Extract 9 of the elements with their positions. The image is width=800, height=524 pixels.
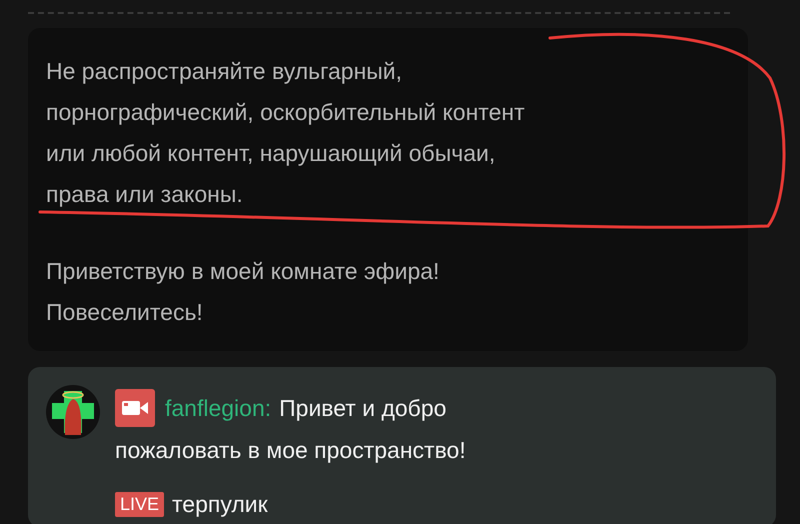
notice-text: Приветствую в моей комнате эфира! Повеселитесь! xyxy=(46,257,440,327)
video-camera-icon xyxy=(115,389,155,427)
notice-text: Не распространяйте вульгарный, порнографический, оскорбительный контент или любой контент, нарушающий обычаи, права или законы. xyxy=(46,57,525,209)
username[interactable]: fanflegion: xyxy=(165,389,272,427)
message-text: Привет и добро xyxy=(279,394,446,423)
live-badge: LIVE xyxy=(115,492,164,517)
message-text: пожаловать в мое пространство! xyxy=(115,437,466,463)
message-text: терпулик xyxy=(172,491,268,518)
avatar-icon xyxy=(46,385,100,439)
